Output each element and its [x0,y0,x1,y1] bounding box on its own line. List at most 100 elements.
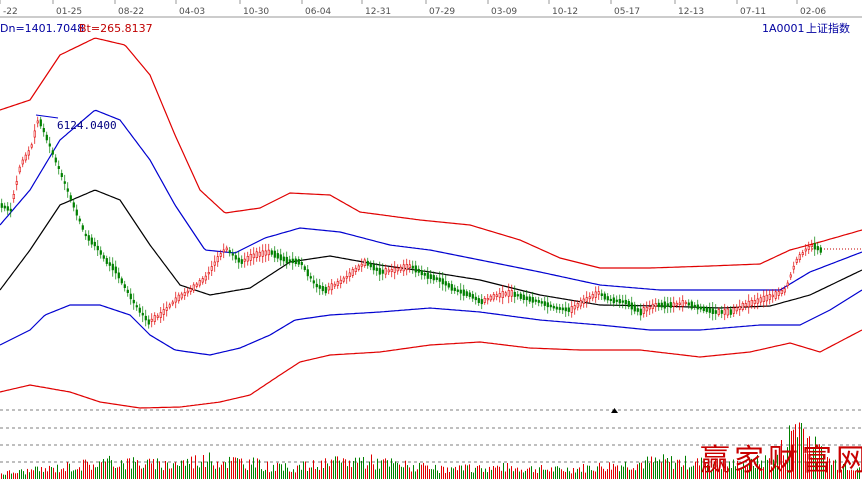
volume-bar [41,467,42,479]
volume-bar [79,467,80,479]
volume-bar [303,461,304,479]
candle-body [51,150,54,155]
volume-bar [133,457,134,479]
volume-bar [33,470,34,479]
time-tick-label: 07-11 [740,7,766,17]
volume-bar [7,471,8,479]
volume-bar [83,459,84,479]
candle-body [264,250,267,256]
volume-bar [697,458,698,479]
candle-body [147,319,150,325]
volume-bar [215,468,216,479]
volume-bar [577,468,578,479]
volume-bar [15,473,16,479]
candle-body [480,299,483,305]
volume-bar [321,460,322,479]
candle-body [78,218,81,222]
candle-body [381,269,384,274]
candle-body [411,265,414,269]
candle-body [300,261,303,266]
candle-body [771,294,774,298]
candle-body [654,303,657,307]
candle-body [414,265,417,273]
candle-body [702,306,705,312]
candle-body [537,300,540,303]
volume-bar [209,452,210,479]
candle-body [783,288,786,293]
candle-body [459,289,462,294]
volume-bar [355,457,356,479]
candle-body [426,272,429,279]
volume-bar [243,464,244,479]
candle-body [9,208,12,212]
volume-bar [313,460,314,479]
candle-body [708,307,711,313]
volume-bar [97,466,98,479]
candle-body [162,309,165,315]
candle-body [75,209,78,216]
volume-bar [351,467,352,479]
volume-bar [463,470,464,479]
volume-bar [439,473,440,479]
candle-body [285,256,288,264]
volume-bar [537,473,538,479]
candle-body [351,269,354,276]
volume-bar [327,463,328,479]
volume-bar [147,459,148,479]
candle-body [192,284,195,291]
volume-bar [365,468,366,479]
volume-bar [661,462,662,479]
volume-bar [685,455,686,479]
volume-bar [471,472,472,479]
candle-body [303,266,306,271]
volume-bar [187,458,188,479]
candle-body [588,296,591,300]
volume-bar [293,469,294,479]
candle-body [804,248,807,252]
volume-bar [103,459,104,479]
candle-body [33,130,36,138]
volume-bar [333,460,334,479]
candle-body [12,194,15,200]
volume-bar [561,469,562,479]
volume-bar [311,467,312,479]
volume-bar [623,466,624,479]
volume-bar [145,464,146,479]
volume-bar [17,473,18,479]
volume-bar [107,458,108,479]
candle-body [714,310,717,314]
candle-body [165,307,168,311]
candle-body [579,300,582,307]
volume-bar [239,459,240,479]
volume-bar [449,472,450,479]
volume-bar [129,458,130,479]
candle-body [399,266,402,271]
volume-bar [143,467,144,479]
volume-bar [213,465,214,479]
volume-bar [677,459,678,479]
candle-body [183,292,186,296]
volume-bar [621,465,622,479]
candle-body [639,308,642,316]
candle-body [186,290,189,294]
volume-bar [5,474,6,479]
candle-body [402,264,405,272]
volume-bar [509,468,510,479]
volume-bar [523,472,524,479]
candle-body [633,304,636,312]
candle-body [435,277,438,280]
candle-body [720,310,723,314]
candle-body [510,290,513,297]
candle-body [144,315,147,321]
volume-bar [171,468,172,479]
volume-bar [435,464,436,479]
candle-body [345,275,348,279]
volume-bar [503,462,504,479]
volume-bar [479,465,480,479]
candle-body [24,154,27,161]
volume-bar [459,465,460,479]
volume-bar [461,465,462,479]
volume-bar [679,459,680,479]
candle-body [540,301,543,304]
volume-bar [21,469,22,479]
